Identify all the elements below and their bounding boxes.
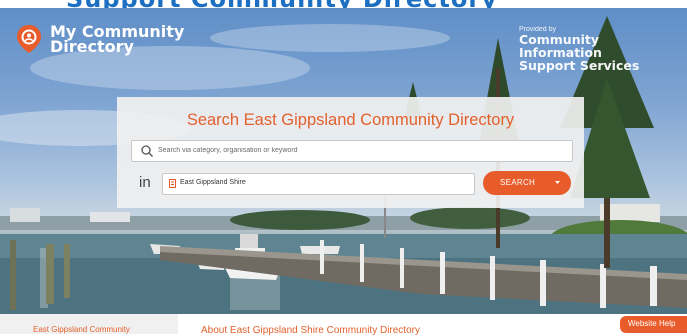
- search-input[interactable]: [158, 142, 558, 159]
- location-value: East Gippsland Shire: [180, 179, 246, 186]
- footer-bar: East Gippsland Community About East Gipp…: [0, 314, 687, 336]
- provided-by-badge[interactable]: Provided by Community Information Suppor…: [519, 26, 681, 72]
- location-field[interactable]: East Gippsland Shire: [162, 173, 475, 195]
- in-label: in: [139, 174, 151, 191]
- org-name-line1: Community Information: [519, 32, 602, 60]
- about-heading: About East Gippsland Shire Community Dir…: [201, 325, 420, 336]
- chevron-down-icon[interactable]: [555, 180, 560, 185]
- website-help-button[interactable]: Website Help: [620, 316, 687, 333]
- org-name-line2: Support Services: [519, 58, 640, 73]
- search-panel-title: Search East Gippsland Community Director…: [186, 111, 515, 129]
- left-tab[interactable]: East Gippsland Community: [0, 314, 178, 334]
- search-button-label: SEARCH: [500, 178, 536, 187]
- website-help-label: Website Help: [628, 319, 676, 328]
- location-pin-icon: [169, 179, 176, 188]
- left-tab-label: East Gippsland Community: [33, 325, 130, 334]
- search-panel: Search East Gippsland Community Director…: [117, 97, 584, 208]
- search-icon: [141, 145, 153, 157]
- logo-text: My Community Directory: [50, 24, 184, 56]
- search-button[interactable]: SEARCH: [483, 171, 571, 195]
- site-logo[interactable]: My Community Directory: [16, 24, 184, 56]
- cut-off-heading: Support Community Directory: [66, 0, 498, 8]
- keyword-search-field[interactable]: [131, 140, 573, 162]
- logo-pin-icon: [17, 25, 41, 53]
- top-cut-strip: Support Community Directory: [0, 0, 687, 8]
- logo-line2: Directory: [50, 37, 134, 56]
